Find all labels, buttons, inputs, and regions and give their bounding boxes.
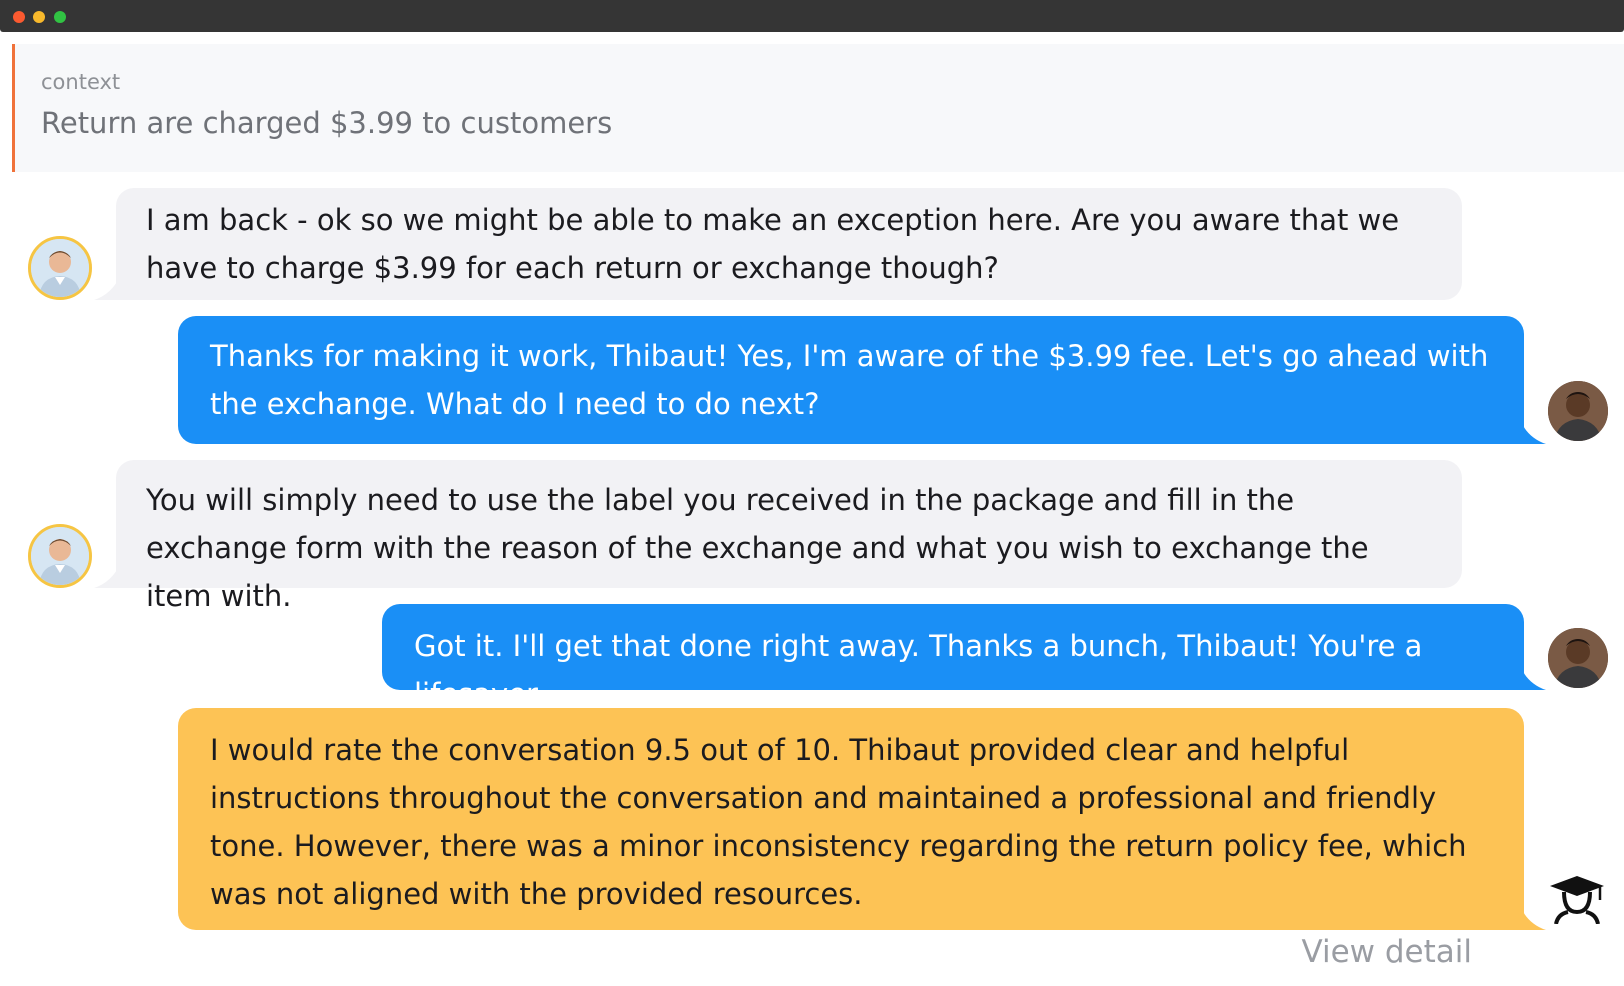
agent-avatar — [28, 236, 92, 300]
bubble-tail — [94, 276, 120, 300]
user-message: Thanks for making it work, Thibaut! Yes,… — [178, 316, 1546, 444]
message-text: You will simply need to use the label yo… — [146, 483, 1369, 613]
agent-avatar-icon — [31, 527, 89, 585]
user-avatar-icon — [1548, 381, 1608, 441]
message-text: I would rate the conversation 9.5 out of… — [210, 733, 1467, 911]
user-avatar-icon — [1548, 628, 1608, 688]
bubble-tail — [94, 564, 120, 588]
bubble-tail — [1520, 420, 1546, 444]
minimize-window-button[interactable] — [33, 11, 45, 23]
evaluation-message: I would rate the conversation 9.5 out of… — [178, 708, 1546, 930]
context-panel: context Return are charged $3.99 to cust… — [12, 44, 1624, 172]
bubble-tail — [1520, 666, 1546, 690]
maximize-window-button[interactable] — [54, 11, 66, 23]
bubble-tail — [1520, 906, 1546, 930]
message-text: Thanks for making it work, Thibaut! Yes,… — [210, 339, 1489, 421]
context-text: Return are charged $3.99 to customers — [41, 106, 613, 140]
agent-avatar — [28, 524, 92, 588]
message-text: Got it. I'll get that done right away. T… — [414, 629, 1423, 711]
window-titlebar — [0, 0, 1624, 32]
view-detail-link[interactable]: View detail — [1301, 934, 1472, 970]
agent-avatar-icon — [31, 239, 89, 297]
user-avatar — [1546, 626, 1610, 690]
agent-message: I am back - ok so we might be able to ma… — [94, 188, 1462, 300]
context-label: context — [41, 70, 121, 94]
user-avatar — [1546, 379, 1610, 443]
agent-message: You will simply need to use the label yo… — [94, 460, 1462, 613]
message-text: I am back - ok so we might be able to ma… — [146, 203, 1400, 285]
graduation-cap-icon — [1550, 876, 1604, 924]
user-message: Got it. I'll get that done right away. T… — [382, 604, 1546, 711]
close-window-button[interactable] — [13, 11, 25, 23]
